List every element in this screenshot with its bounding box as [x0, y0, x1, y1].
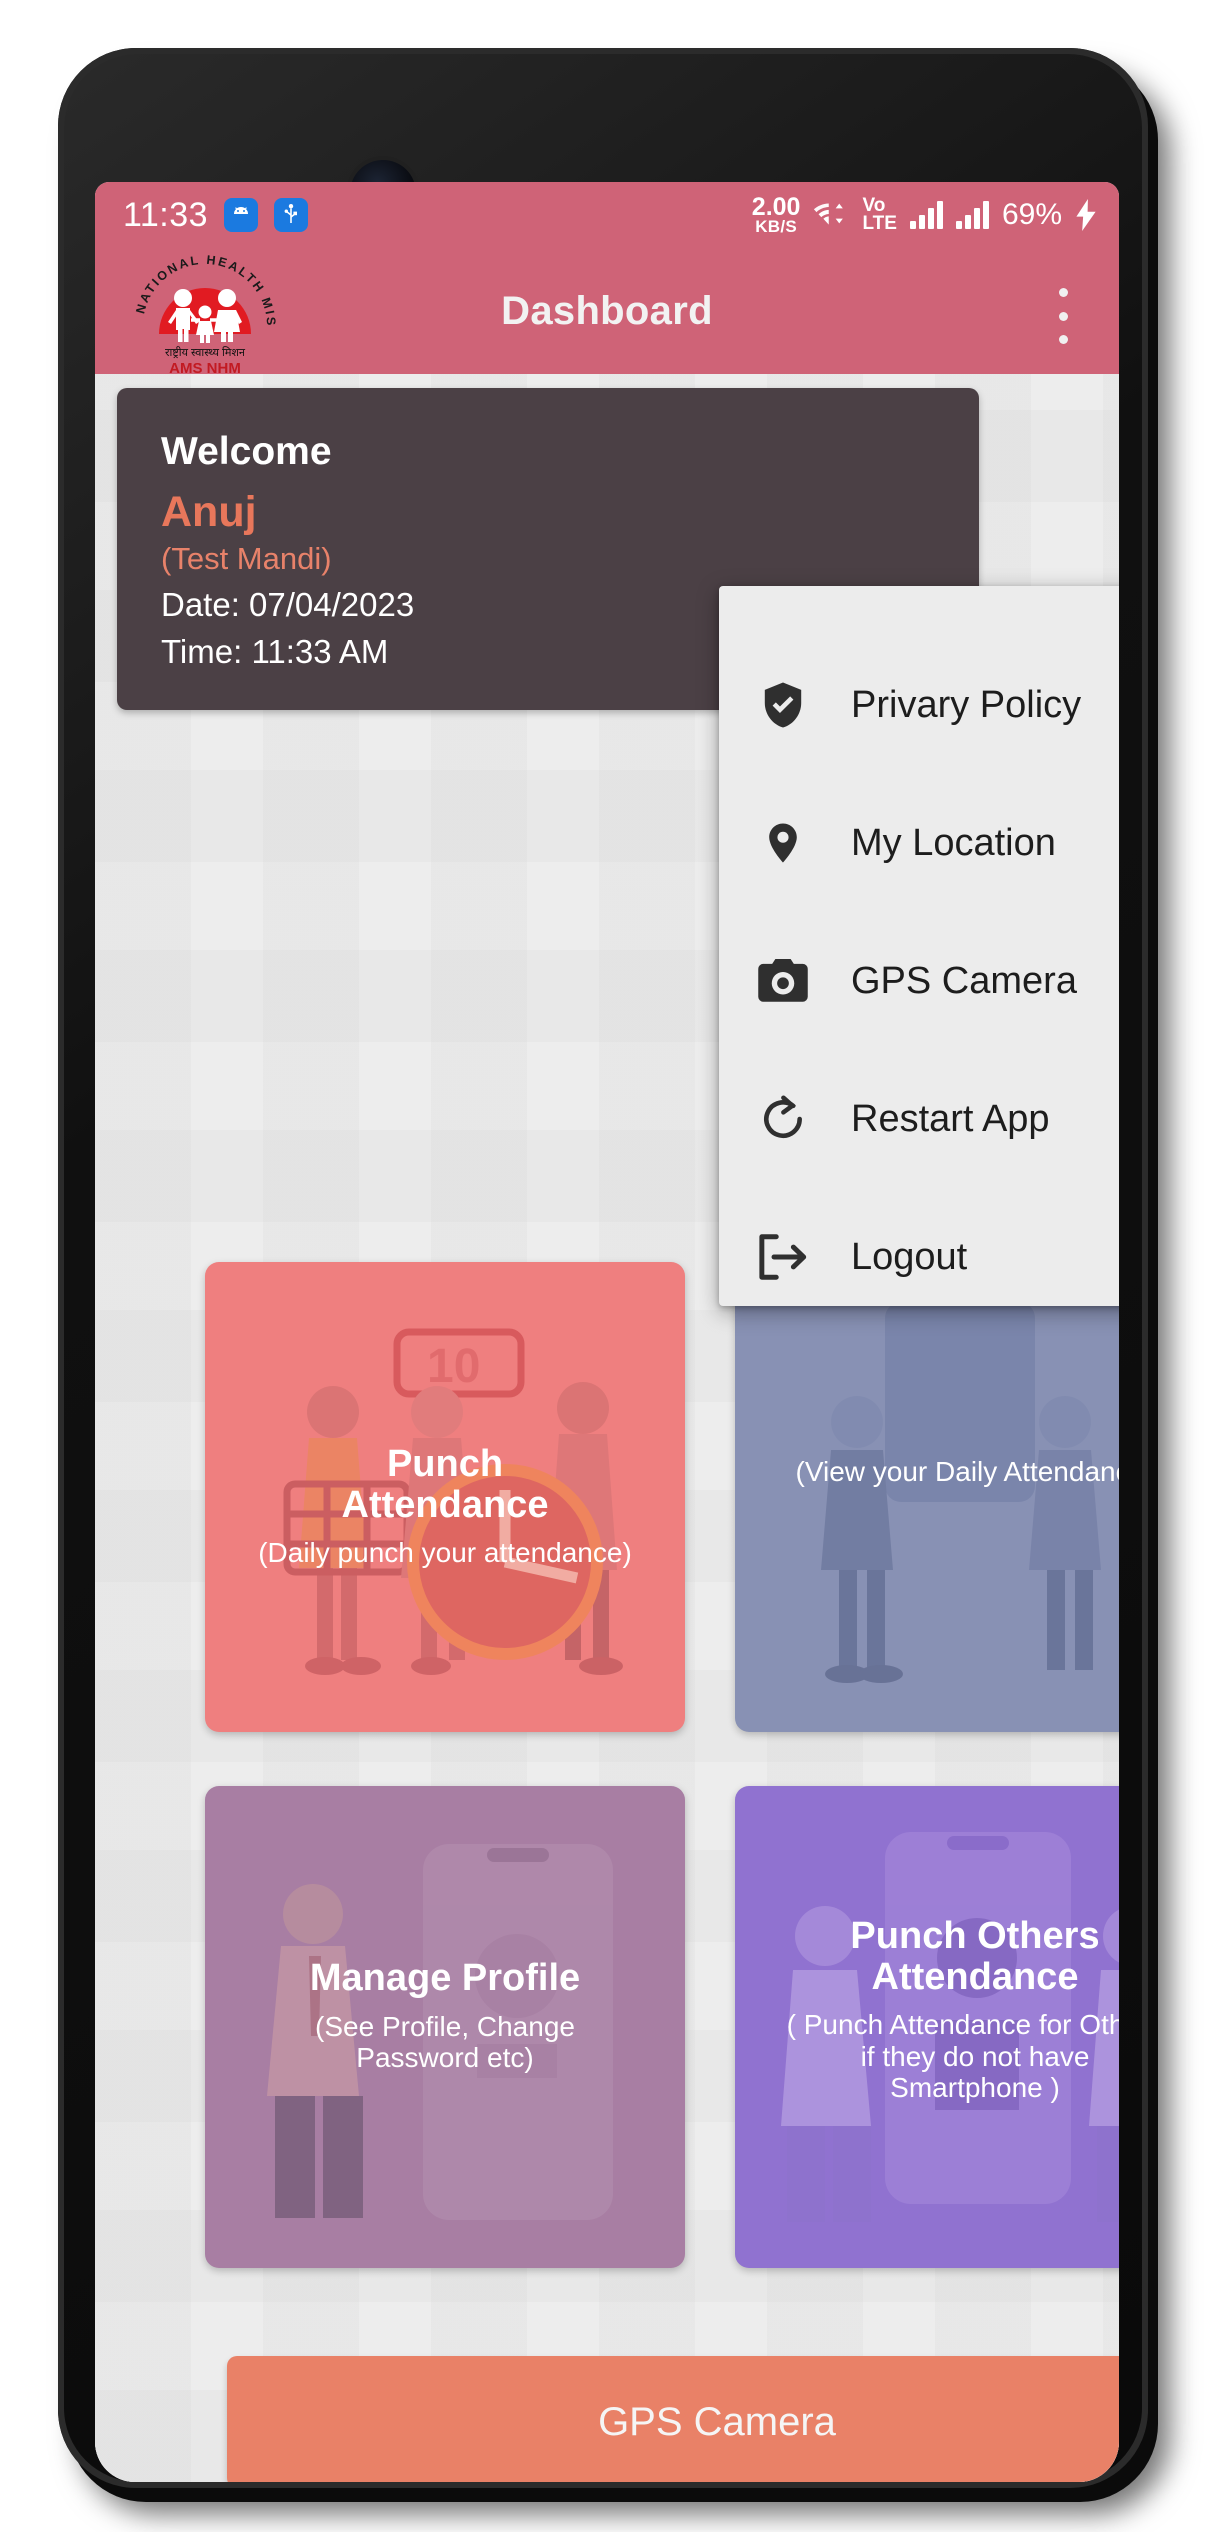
app-bar: NATIONAL HEALTH MISSION राष्ट्रीय स्वास् [95, 242, 1119, 377]
tile-punch-others-attendance[interactable]: Punch Others Attendance ( Punch Attendan… [735, 1786, 1119, 2268]
menu-item-privacy-policy-label: Privary Policy [851, 683, 1082, 726]
gps-camera-button-label: GPS Camera [598, 2399, 836, 2444]
tile-manage-profile-subtitle: (See Profile, Change Password etc) [315, 2010, 575, 2074]
menu-item-restart-app-label: Restart App [851, 1097, 1050, 1140]
network-speed-value: 2.00 [751, 192, 801, 221]
status-icons-group: 2.00 KB/S Vo LTE 69% [751, 192, 1097, 236]
usb-icon [274, 198, 309, 232]
signal-bars-icon-sim1 [909, 201, 943, 229]
tile-punch-attendance-subtitle: (Daily punch your attendance) [258, 1537, 632, 1569]
tile-view-attendance-subtitle: (View your Daily Attendance) [795, 1456, 1120, 1487]
tile-punch-others-subtitle: ( Punch Attendance for Others if they do… [786, 2009, 1119, 2104]
tile-punch-others-text: Punch Others Attendance ( Punch Attendan… [735, 1916, 1119, 2103]
nhm-logo: NATIONAL HEALTH MISSION राष्ट्रीय स्वास् [125, 242, 276, 377]
network-speed-indicator: 2.00 KB/S [751, 192, 801, 236]
tile-punch-attendance[interactable]: 10 Punch Attendance (Daily punch your at… [205, 1262, 685, 1732]
android-icon [224, 198, 259, 232]
menu-item-restart-app[interactable]: Restart App [719, 1050, 1119, 1188]
tile-manage-profile[interactable]: Manage Profile (See Profile, Change Pass… [205, 1786, 685, 2268]
camera-icon [755, 953, 811, 1009]
menu-item-gps-camera[interactable]: GPS Camera [719, 912, 1119, 1050]
menu-item-logout-label: Logout [851, 1235, 968, 1278]
gps-camera-button[interactable]: GPS Camera [227, 2356, 1119, 2482]
tile-view-attendance[interactable]: (View your Daily Attendance) [735, 1262, 1119, 1732]
menu-item-my-location-label: My Location [851, 821, 1056, 864]
tile-view-attendance-text: (View your Daily Attendance) [735, 1444, 1120, 1487]
welcome-title: Welcome [161, 430, 332, 473]
phone-screen: 11:33 2.00 KB/S Vo LTE 69% NATIONAL HEAL… [95, 182, 1119, 2482]
wifi-icon [814, 203, 844, 225]
menu-item-gps-camera-label: GPS Camera [851, 959, 1077, 1002]
overflow-menu: Privary Policy My Location GPS Camera Re… [719, 586, 1119, 1306]
shield-check-icon [755, 677, 811, 733]
charging-bolt-icon [1076, 199, 1096, 231]
user-location: (Test Mandi) [161, 541, 332, 576]
svg-text:राष्ट्रीय स्वास्थ्य मिशन: राष्ट्रीय स्वास्थ्य मिशन [165, 346, 246, 359]
volte-line-2: LTE [862, 213, 897, 234]
menu-item-logout[interactable]: Logout [719, 1188, 1119, 1326]
signal-bars-icon-sim2 [955, 201, 989, 229]
tile-punch-others-title: Punch Others Attendance [850, 1915, 1100, 1998]
tile-manage-profile-title: Manage Profile [309, 1957, 581, 1999]
network-speed-unit: KB/S [755, 216, 798, 236]
volte-indicator: Vo LTE [862, 196, 897, 234]
menu-item-privacy-policy[interactable]: Privary Policy [719, 636, 1119, 774]
tile-punch-attendance-title: Punch Attendance [341, 1443, 549, 1526]
logout-icon [755, 1229, 811, 1285]
status-clock: 11:33 [123, 195, 209, 234]
more-options-icon[interactable] [1041, 288, 1085, 344]
status-bar: 11:33 2.00 KB/S Vo LTE 69% [95, 182, 1119, 248]
user-name: Anuj [161, 488, 257, 536]
menu-item-my-location[interactable]: My Location [719, 774, 1119, 912]
location-pin-icon [755, 815, 811, 871]
tile-manage-profile-text: Manage Profile (See Profile, Change Pass… [205, 1958, 685, 2073]
svg-text:10: 10 [427, 1340, 480, 1393]
battery-percent: 69% [1001, 198, 1062, 231]
tile-punch-attendance-text: Punch Attendance (Daily punch your atten… [205, 1444, 685, 1569]
view-attendance-illustration [821, 1302, 1101, 1683]
restart-icon [755, 1091, 811, 1147]
